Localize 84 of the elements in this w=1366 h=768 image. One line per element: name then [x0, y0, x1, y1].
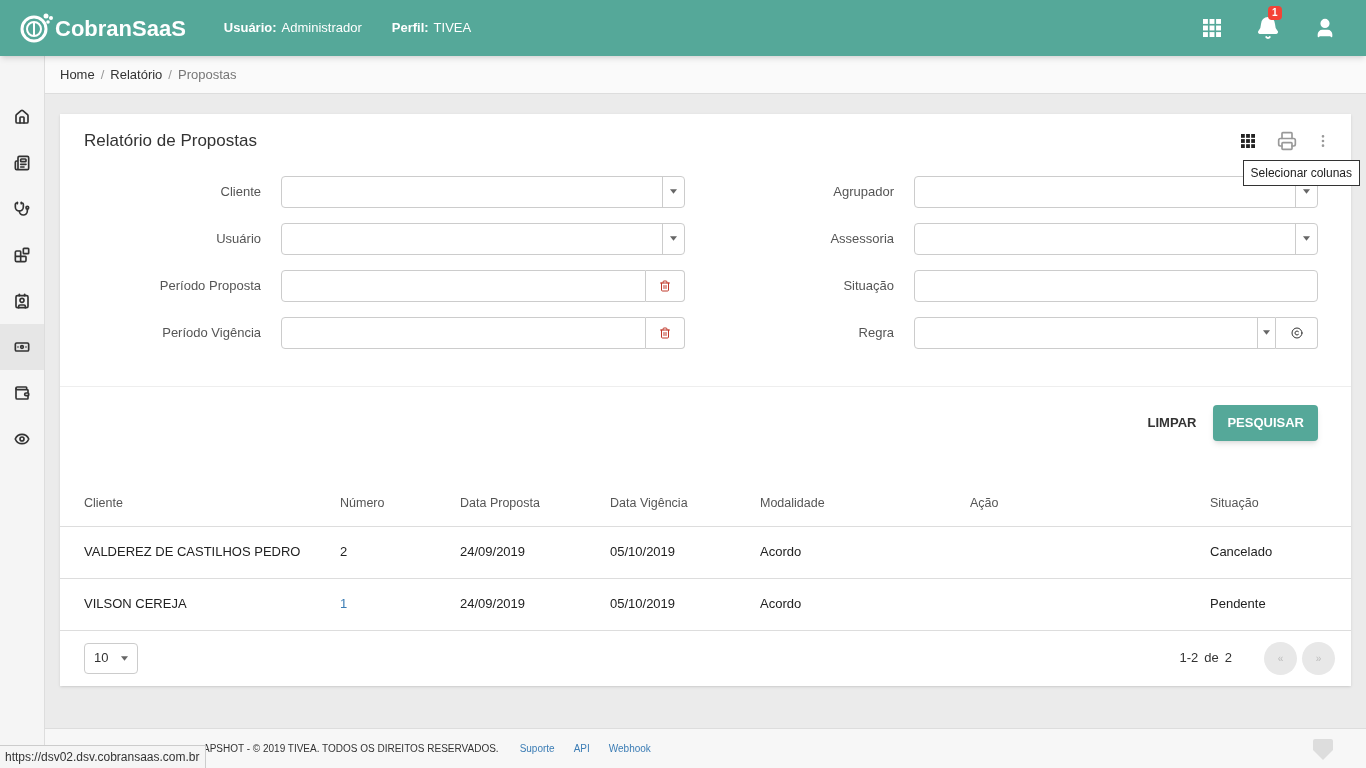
- table-cell-text: 05/10/2019: [610, 543, 677, 562]
- stethoscope-icon: [14, 201, 30, 217]
- date-field[interactable]: [281, 269, 646, 302]
- breadcrumb-separator: /: [168, 65, 172, 84]
- date-field[interactable]: [281, 316, 646, 349]
- table-cell-text: Acordo: [760, 595, 803, 614]
- table-cell-text: 24/09/2019: [460, 595, 527, 614]
- trash-icon: [659, 326, 671, 339]
- field-label: Situação: [842, 276, 895, 295]
- shield-logo-icon: [1313, 737, 1333, 760]
- profile-label: Perfil:: [391, 19, 429, 38]
- page-size-select[interactable]: 10: [84, 642, 138, 674]
- column-header: Ação: [970, 494, 1000, 512]
- footer-link[interactable]: Suporte: [519, 741, 555, 756]
- field-label: Assessoria: [829, 229, 895, 248]
- notifications-icon[interactable]: [1256, 16, 1280, 40]
- home-icon: [14, 109, 30, 125]
- tooltip: Selecionar colunas: [1242, 160, 1360, 186]
- select-field[interactable]: [914, 316, 1276, 349]
- table-cell-text: Acordo: [760, 543, 803, 562]
- rule-button[interactable]: [1276, 316, 1318, 349]
- clear-date-button[interactable]: [646, 316, 685, 349]
- column-header: Data Vigência: [610, 494, 689, 512]
- column-header: Número: [340, 494, 386, 512]
- profile-value: TIVEA: [433, 19, 472, 38]
- brand-name: CobranSaaS: [55, 14, 186, 43]
- page-range: 1-2: [1179, 649, 1199, 668]
- clear-date-button[interactable]: [646, 269, 685, 302]
- page-of: de: [1204, 649, 1219, 668]
- breadcrumb-link[interactable]: Home: [60, 64, 95, 85]
- field-label: Usuário: [215, 229, 262, 248]
- user-value: Administrador: [281, 19, 362, 38]
- table-cell-text: Cancelado: [1210, 543, 1274, 562]
- logo-icon: [20, 12, 54, 44]
- clear-button[interactable]: LIMPAR: [1146, 405, 1198, 441]
- field-label: Período Vigência: [161, 323, 262, 342]
- table-cell-text: Pendente: [1210, 595, 1267, 614]
- field-label: Cliente: [219, 182, 262, 201]
- status-url: https://dsv02.dsv.cobransaas.com.br: [0, 745, 206, 768]
- eye-icon: [14, 431, 30, 447]
- field-label: Regra: [857, 323, 895, 342]
- breadcrumb-link[interactable]: Relatório: [110, 64, 163, 85]
- trash-icon: [659, 279, 671, 292]
- select-field[interactable]: [281, 175, 685, 208]
- caret-icon: [1263, 330, 1270, 335]
- banknote-icon: [14, 339, 30, 355]
- caret-icon: [670, 189, 677, 194]
- card-title: Relatório de Propostas: [84, 130, 258, 153]
- column-header: Situação: [1210, 494, 1260, 512]
- footer-link[interactable]: API: [573, 741, 590, 756]
- table-cell-text: 2: [340, 543, 349, 562]
- column-header: Data Proposta: [460, 494, 541, 512]
- field-label: Agrupador: [832, 182, 895, 201]
- contact-card-icon: [14, 293, 30, 309]
- search-button[interactable]: PESQUISAR: [1213, 405, 1318, 441]
- caret-icon: [121, 655, 128, 661]
- caret-icon: [1303, 236, 1310, 241]
- select-field[interactable]: [914, 175, 1318, 208]
- table-cell-text: VILSON CEREJA: [84, 595, 188, 614]
- user-label: Usuário:: [223, 19, 277, 38]
- breadcrumb-separator: /: [100, 65, 105, 84]
- notification-badge: 1: [1268, 6, 1282, 20]
- apps-icon[interactable]: [1203, 19, 1221, 37]
- footer-link[interactable]: Webhook: [608, 741, 651, 756]
- column-header: Modalidade: [760, 494, 826, 512]
- print-icon[interactable]: [1277, 131, 1297, 151]
- blocks-icon: [14, 247, 30, 263]
- select-field[interactable]: [281, 222, 685, 255]
- table-cell-text: 24/09/2019: [460, 543, 527, 562]
- select-field[interactable]: [914, 222, 1318, 255]
- sidebar-item[interactable]: [0, 324, 44, 370]
- field-label: Período Proposta: [158, 276, 262, 295]
- text-field[interactable]: [914, 269, 1318, 302]
- caret-icon: [670, 236, 677, 241]
- newspaper-icon: [14, 155, 30, 171]
- caret-icon: [1303, 189, 1310, 194]
- circle-icon: [1290, 326, 1303, 339]
- table-cell-text: 1: [340, 595, 349, 614]
- table-cell-text: 05/10/2019: [610, 595, 677, 614]
- columns-icon[interactable]: [1241, 134, 1255, 148]
- page-total: 2: [1224, 649, 1232, 668]
- wallet-icon: [14, 385, 30, 401]
- column-header: Cliente: [84, 494, 124, 512]
- table-cell-text: VALDEREZ DE CASTILHOS PEDRO: [84, 543, 302, 562]
